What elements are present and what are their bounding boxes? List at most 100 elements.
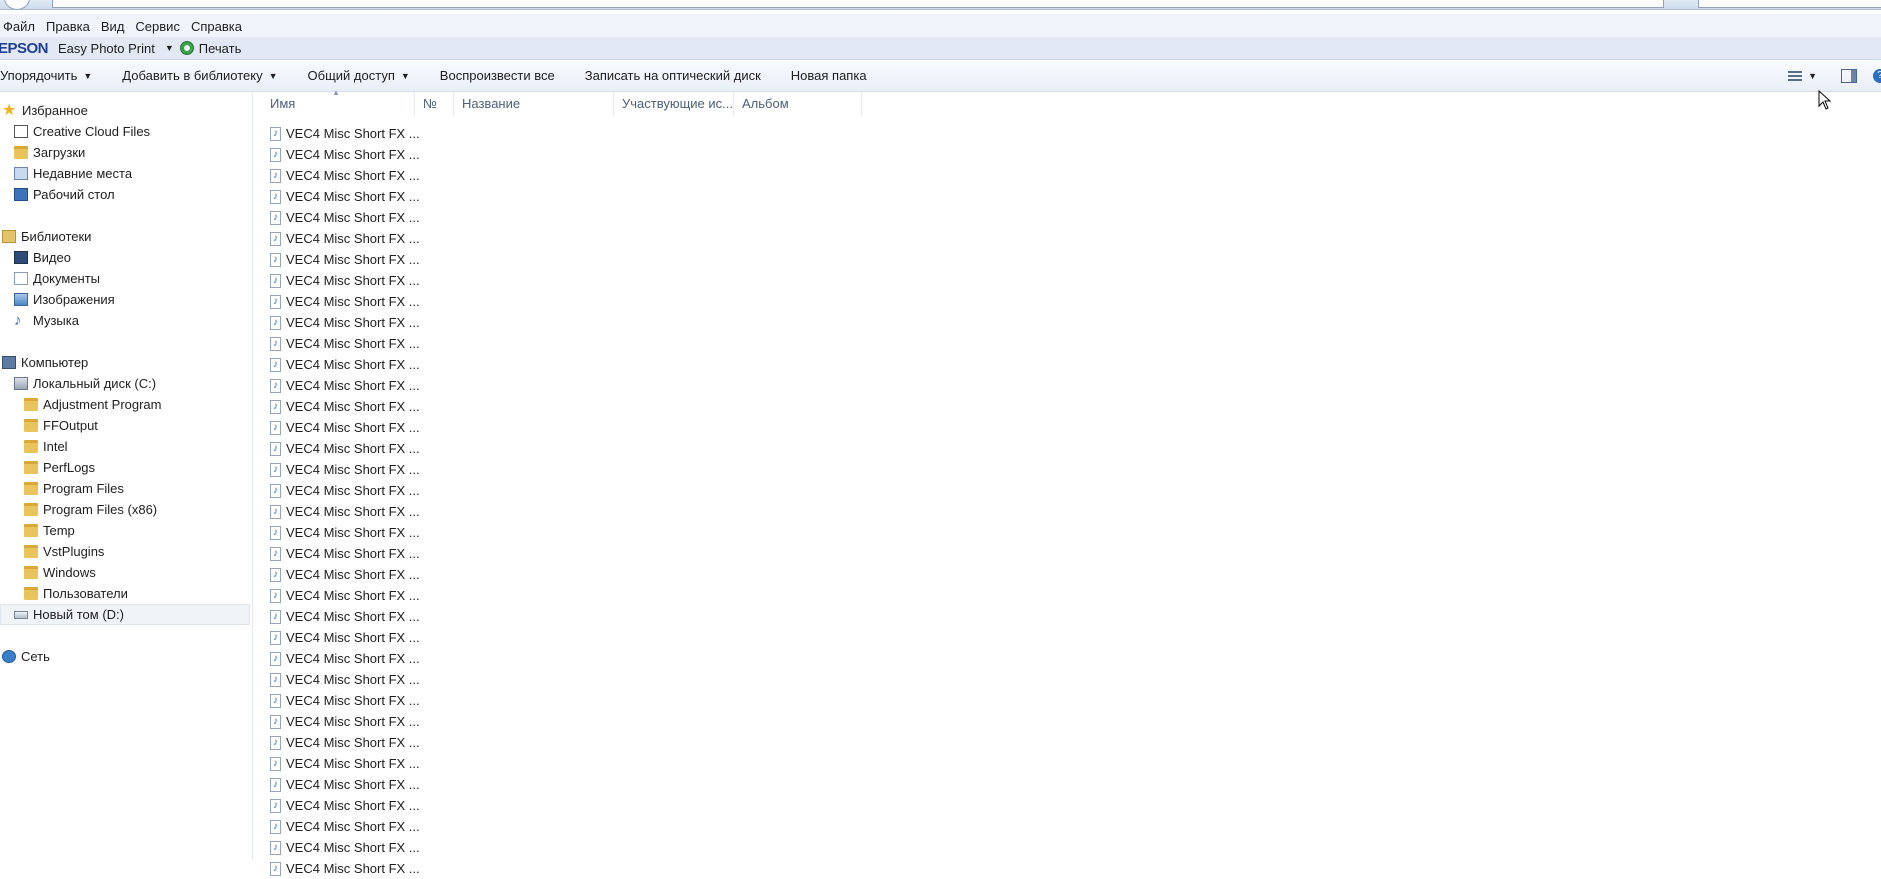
file-row[interactable]: ♪ VEC4 Misc Short FX ... <box>270 732 430 753</box>
nav-favorites[interactable]: ★ Избранное <box>2 100 88 121</box>
file-row[interactable]: ♪ VEC4 Misc Short FX ... <box>270 858 430 879</box>
preview-pane-icon[interactable] <box>1841 68 1857 83</box>
add-to-library-button[interactable]: Добавить в библиотеку ▼ <box>122 68 277 83</box>
file-row[interactable]: ♪ VEC4 Misc Short FX ... <box>270 144 430 165</box>
chevron-down-icon[interactable]: ▼ <box>1808 71 1817 81</box>
network-icon <box>2 650 16 663</box>
menu-view[interactable]: Вид <box>98 19 133 34</box>
file-row[interactable]: ♪ VEC4 Misc Short FX ... <box>270 459 430 480</box>
column-number[interactable]: № <box>415 92 454 116</box>
burn-disc-button[interactable]: Записать на оптический диск <box>585 68 761 83</box>
epson-app-button[interactable]: Easy Photo Print <box>58 41 155 56</box>
print-button[interactable]: Печать <box>199 41 242 56</box>
nav-network[interactable]: Сеть <box>2 646 50 667</box>
file-row[interactable]: ♪ VEC4 Misc Short FX ... <box>270 774 430 795</box>
file-row[interactable]: ♪ VEC4 Misc Short FX ... <box>270 123 430 144</box>
file-row[interactable]: ♪ VEC4 Misc Short FX ... <box>270 165 430 186</box>
chevron-down-icon[interactable]: ▼ <box>165 43 174 53</box>
file-row[interactable]: ♪ VEC4 Misc Short FX ... <box>270 816 430 837</box>
menu-edit[interactable]: Правка <box>43 19 98 34</box>
nav-desktop[interactable]: Рабочий стол <box>14 184 115 205</box>
column-artists[interactable]: Участвующие ис... <box>614 92 734 116</box>
nav-disk-d[interactable]: Новый том (D:) <box>0 604 250 625</box>
file-row[interactable]: ♪ VEC4 Misc Short FX ... <box>270 753 430 774</box>
file-row[interactable]: ♪ VEC4 Misc Short FX ... <box>270 585 430 606</box>
file-row[interactable]: ♪ VEC4 Misc Short FX ... <box>270 207 430 228</box>
column-name[interactable]: Имя <box>262 92 415 116</box>
nav-folder[interactable]: Intel <box>24 436 68 457</box>
file-row[interactable]: ♪ VEC4 Misc Short FX ... <box>270 396 430 417</box>
audio-file-icon: ♪ <box>270 462 281 477</box>
add-library-label: Добавить в библиотеку <box>122 68 263 83</box>
nav-computer[interactable]: Компьютер <box>2 352 88 373</box>
column-album[interactable]: Альбом <box>734 92 862 116</box>
file-name: VEC4 Misc Short FX ... <box>286 840 420 855</box>
file-row[interactable]: ♪ VEC4 Misc Short FX ... <box>270 543 430 564</box>
file-row[interactable]: ♪ VEC4 Misc Short FX ... <box>270 648 430 669</box>
nav-images[interactable]: Изображения <box>14 289 115 310</box>
nav-folder[interactable]: VstPlugins <box>24 541 104 562</box>
nav-disk-c[interactable]: Локальный диск (C:) <box>14 373 156 394</box>
audio-file-icon: ♪ <box>270 168 281 183</box>
view-details-icon[interactable] <box>1788 70 1803 81</box>
new-folder-button[interactable]: Новая папка <box>791 68 867 83</box>
file-row[interactable]: ♪ VEC4 Misc Short FX ... <box>270 669 430 690</box>
file-row[interactable]: ♪ VEC4 Misc Short FX ... <box>270 291 430 312</box>
nav-music[interactable]: ♪ Музыка <box>14 310 79 331</box>
file-row[interactable]: ♪ VEC4 Misc Short FX ... <box>270 417 430 438</box>
file-row[interactable]: ♪ VEC4 Misc Short FX ... <box>270 249 430 270</box>
audio-file-icon: ♪ <box>270 546 281 561</box>
column-title[interactable]: Название <box>454 92 614 116</box>
file-row[interactable]: ♪ VEC4 Misc Short FX ... <box>270 795 430 816</box>
file-row[interactable]: ♪ VEC4 Misc Short FX ... <box>270 438 430 459</box>
file-row[interactable]: ♪ VEC4 Misc Short FX ... <box>270 564 430 585</box>
nav-folder[interactable]: Windows <box>24 562 96 583</box>
file-name: VEC4 Misc Short FX ... <box>286 630 420 645</box>
nav-folder[interactable]: Пользователи <box>24 583 128 604</box>
nav-creative-cloud[interactable]: Creative Cloud Files <box>14 121 150 142</box>
file-row[interactable]: ♪ VEC4 Misc Short FX ... <box>270 312 430 333</box>
nav-documents[interactable]: Документы <box>14 268 100 289</box>
hard-disk-icon <box>14 610 28 619</box>
file-row[interactable]: ♪ VEC4 Misc Short FX ... <box>270 228 430 249</box>
file-row[interactable]: ♪ VEC4 Misc Short FX ... <box>270 186 430 207</box>
help-icon[interactable]: ? <box>1873 68 1881 83</box>
back-button[interactable] <box>4 0 30 10</box>
navigation-pane: ★ Избранное Creative Cloud Files Загрузки… <box>0 92 253 860</box>
audio-file-icon: ♪ <box>270 273 281 288</box>
nav-folder[interactable]: PerfLogs <box>24 457 95 478</box>
file-row[interactable]: ♪ VEC4 Misc Short FX ... <box>270 627 430 648</box>
file-row[interactable]: ♪ VEC4 Misc Short FX ... <box>270 501 430 522</box>
file-row[interactable]: ♪ VEC4 Misc Short FX ... <box>270 837 430 858</box>
file-row[interactable]: ♪ VEC4 Misc Short FX ... <box>270 480 430 501</box>
video-icon <box>14 251 28 264</box>
nav-folder[interactable]: Temp <box>24 520 75 541</box>
play-all-button[interactable]: Воспроизвести все <box>440 68 555 83</box>
file-row[interactable]: ♪ VEC4 Misc Short FX ... <box>270 375 430 396</box>
file-row[interactable]: ♪ VEC4 Misc Short FX ... <box>270 522 430 543</box>
share-button[interactable]: Общий доступ ▼ <box>308 68 410 83</box>
file-row[interactable]: ♪ VEC4 Misc Short FX ... <box>270 606 430 627</box>
nav-downloads[interactable]: Загрузки <box>14 142 85 163</box>
organize-button[interactable]: Упорядочить ▼ <box>0 68 92 83</box>
nav-folder[interactable]: Program Files <box>24 478 124 499</box>
file-row[interactable]: ♪ VEC4 Misc Short FX ... <box>270 333 430 354</box>
nav-folder[interactable]: FFOutput <box>24 415 98 436</box>
audio-file-icon: ♪ <box>270 651 281 666</box>
audio-file-icon: ♪ <box>270 630 281 645</box>
file-row[interactable]: ♪ VEC4 Misc Short FX ... <box>270 354 430 375</box>
file-row[interactable]: ♪ VEC4 Misc Short FX ... <box>270 690 430 711</box>
nav-recent[interactable]: Недавние места <box>14 163 132 184</box>
nav-libraries[interactable]: Библиотеки <box>2 226 91 247</box>
menu-file[interactable]: Файл <box>0 19 43 34</box>
menu-tools[interactable]: Сервис <box>132 19 188 34</box>
file-row[interactable]: ♪ VEC4 Misc Short FX ... <box>270 270 430 291</box>
address-input[interactable] <box>52 0 1664 8</box>
search-input[interactable] <box>1698 0 1881 8</box>
menu-help[interactable]: Справка <box>188 19 250 34</box>
audio-file-icon: ♪ <box>270 252 281 267</box>
nav-video[interactable]: Видео <box>14 247 71 268</box>
nav-folder[interactable]: Program Files (x86) <box>24 499 157 520</box>
nav-folder[interactable]: Adjustment Program <box>24 394 162 415</box>
file-row[interactable]: ♪ VEC4 Misc Short FX ... <box>270 711 430 732</box>
